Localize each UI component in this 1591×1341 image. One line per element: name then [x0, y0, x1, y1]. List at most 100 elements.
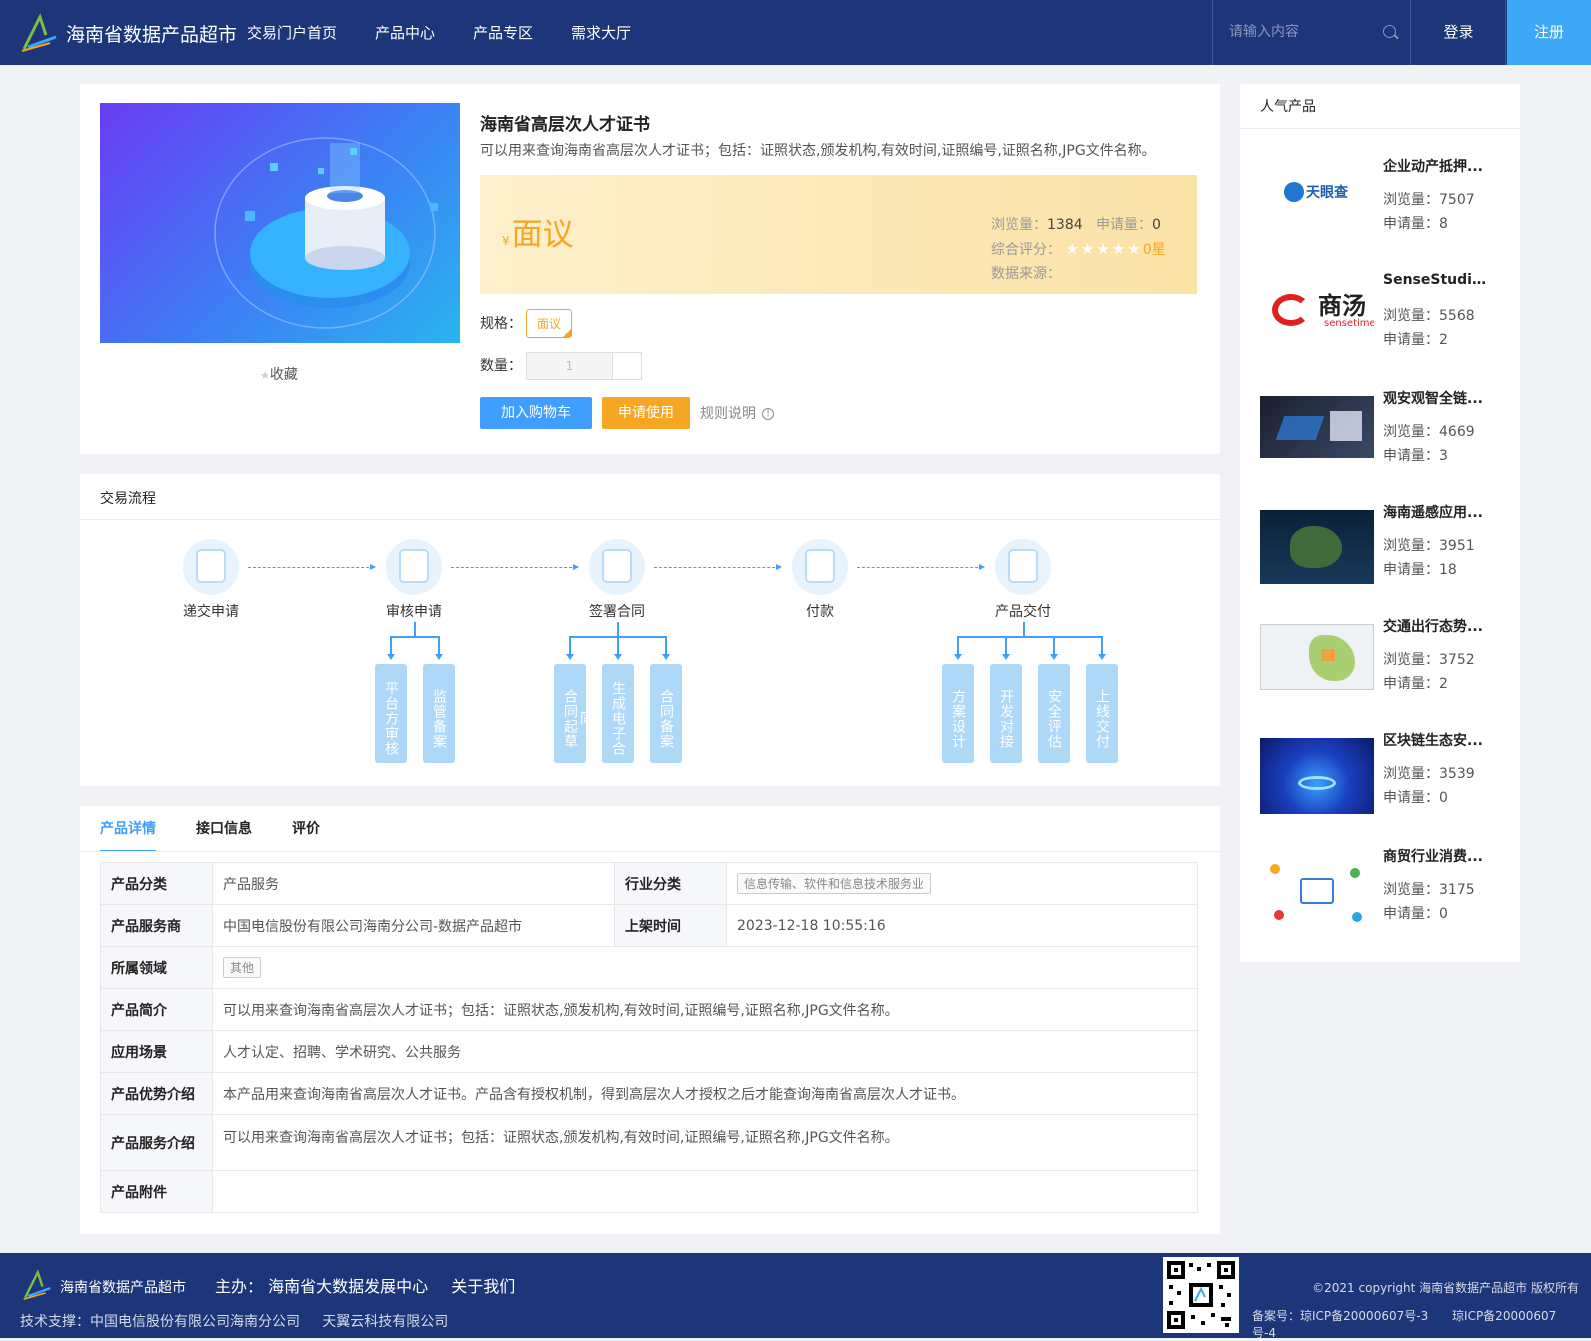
footer-logo: [23, 1269, 51, 1300]
action-buttons: 加入购物车 申请使用 规则说明!: [480, 397, 774, 429]
register-button[interactable]: 注册: [1507, 0, 1591, 65]
footer-about-link[interactable]: 关于我们: [451, 1277, 515, 1296]
branch-line: [1023, 622, 1025, 636]
applies-value: 0: [1439, 906, 1448, 922]
popular-item[interactable]: 海南遥感应用... 浏览量：3951 申请量：18: [1260, 502, 1500, 602]
site-logo[interactable]: [20, 13, 58, 53]
login-button[interactable]: 登录: [1412, 0, 1506, 65]
table-row: 应用场景 人才认定、招聘、学术研究、公共服务: [100, 1030, 1198, 1073]
step-submit: 递交申请: [161, 539, 261, 621]
step-review: 审核申请: [364, 539, 464, 621]
icp-record-1[interactable]: 备案号：琼ICP备20000607号-3: [1252, 1309, 1428, 1323]
item-stats: 浏览量：3752 申请量：2: [1383, 648, 1475, 696]
security-product-thumbnail: [1260, 396, 1374, 458]
site-brand[interactable]: 海南省数据产品超市: [66, 20, 237, 47]
item-stats: 浏览量：5568 申请量：2: [1383, 304, 1475, 352]
database-illustration-icon: [214, 137, 438, 329]
row-value: 中国电信股份有限公司海南分公司-数据产品超市: [212, 904, 615, 947]
branch-line: [1101, 636, 1103, 654]
views-label: 浏览量：: [1383, 192, 1439, 208]
substep-security-assessment: 安全评估: [1038, 664, 1070, 763]
views-label: 浏览量：: [1383, 424, 1439, 440]
search-box: [1212, 0, 1411, 65]
qr-code-icon: [1163, 1257, 1239, 1333]
rule-link[interactable]: 规则说明!: [700, 403, 774, 423]
arrow-tip-icon: [614, 654, 622, 660]
price-value: 面议: [511, 217, 574, 253]
logo-text: 商汤: [1318, 292, 1366, 320]
favorite-button[interactable]: ★收藏: [260, 364, 298, 384]
rating-stars-icon: ★★★★★: [1065, 240, 1143, 258]
nav-product-zone[interactable]: 产品专区: [473, 22, 533, 43]
popular-item[interactable]: 商贸行业消费... 浏览量：3175 申请量：0: [1260, 846, 1500, 946]
apply-button[interactable]: 申请使用: [602, 397, 690, 429]
footer-brand: 海南省数据产品超市: [60, 1280, 186, 1296]
nav-product-center[interactable]: 产品中心: [375, 22, 435, 43]
divider: [80, 519, 1220, 520]
applies-label: 申请量：: [1383, 448, 1439, 464]
popular-item[interactable]: 商汤 sensetime SenseStudio... 浏览量：5568 申请量：2: [1260, 272, 1500, 372]
flow-card: 交易流程 递交申请 审核申请 签署合同 付款 产品交付 平台方审核 监管备案 合…: [80, 474, 1220, 786]
rating-value: 0星: [1142, 242, 1166, 258]
row-label: 上架时间: [614, 904, 727, 947]
search-icon[interactable]: [1383, 25, 1396, 38]
applies-value: 0: [1152, 217, 1161, 233]
applies-label: 申请量：: [1383, 906, 1439, 922]
search-input[interactable]: [1229, 20, 1369, 44]
quantity-stepper[interactable]: 1: [526, 352, 642, 380]
info-icon: !: [762, 408, 774, 420]
price-symbol: ¥: [502, 234, 510, 248]
table-row: 产品优势介绍 本产品用来查询海南省高层次人才证书。产品含有授权机制，得到高层次人…: [100, 1072, 1198, 1115]
row-label: 产品优势介绍: [100, 1072, 213, 1115]
table-row: 所属领域 其他: [100, 946, 1198, 989]
popular-item[interactable]: 交通出行态势... 浏览量：3752 申请量：2: [1260, 616, 1500, 716]
price-panel: ¥面议 浏览量：1384 申请量：0 综合评分： ★★★★★0星 数据来源：: [480, 175, 1197, 294]
arrow-tip-icon: [435, 654, 443, 660]
views-value: 3175: [1439, 882, 1475, 898]
source-label: 数据来源：: [991, 266, 1061, 282]
footer-host: 主办： 海南省大数据发展中心: [215, 1277, 429, 1296]
tianyancha-logo-icon: 天眼查: [1260, 164, 1374, 226]
branch-line: [1053, 636, 1055, 654]
views-value: 5568: [1439, 308, 1475, 324]
tab-api-info[interactable]: 接口信息: [196, 806, 252, 852]
popular-item[interactable]: 天眼查 企业动产抵押... 浏览量：7507 申请量：8: [1260, 156, 1500, 256]
views-label: 浏览量：: [1383, 652, 1439, 668]
views-value: 7507: [1439, 192, 1475, 208]
branch-line: [617, 622, 619, 636]
arrow-icon: [857, 564, 985, 570]
nav-home[interactable]: 交易门户首页: [247, 22, 337, 43]
applies-label: 申请量：: [1383, 216, 1439, 232]
delivery-list-icon: [995, 539, 1051, 595]
item-name[interactable]: 交通出行态势...: [1383, 616, 1493, 636]
row-label: 产品简介: [100, 988, 213, 1031]
item-name[interactable]: SenseStudio...: [1383, 272, 1493, 288]
item-name[interactable]: 观安观智全链...: [1383, 388, 1493, 408]
arrow-tip-icon: [662, 654, 670, 660]
stepper-arrows-icon[interactable]: [612, 353, 641, 379]
divider: [1240, 128, 1520, 129]
row-label: 产品服务商: [100, 904, 213, 947]
item-name[interactable]: 企业动产抵押...: [1383, 156, 1493, 176]
popular-item[interactable]: 区块链生态安... 浏览量：3539 申请量：0: [1260, 730, 1500, 830]
item-name[interactable]: 海南遥感应用...: [1383, 502, 1493, 522]
arrow-tip-icon: [1050, 654, 1058, 660]
step-contract: 签署合同: [567, 539, 667, 621]
branch-line: [414, 622, 416, 636]
tab-reviews[interactable]: 评价: [292, 806, 320, 852]
add-to-cart-button[interactable]: 加入购物车: [480, 397, 592, 429]
commerce-network-thumbnail: [1260, 854, 1374, 934]
spec-option[interactable]: 面议: [526, 309, 573, 338]
applies-value: 8: [1439, 216, 1448, 232]
branch-line: [957, 636, 959, 654]
row-value: 可以用来查询海南省高层次人才证书；包括：证照状态,颁发机构,有效时间,证照编号,…: [212, 988, 1198, 1031]
nav-demand-hall[interactable]: 需求大厅: [571, 22, 631, 43]
row-label: 产品服务介绍: [100, 1114, 213, 1171]
row-value: 信息传输、软件和信息技术服务业: [726, 862, 1198, 905]
popular-item[interactable]: 观安观智全链... 浏览量：4669 申请量：3: [1260, 388, 1500, 488]
quantity-row: 数量： 1: [480, 352, 642, 380]
tab-product-detail[interactable]: 产品详情: [100, 806, 156, 852]
substep-platform-review: 平台方审核: [375, 664, 407, 763]
item-name[interactable]: 商贸行业消费...: [1383, 846, 1493, 866]
item-name[interactable]: 区块链生态安...: [1383, 730, 1493, 750]
